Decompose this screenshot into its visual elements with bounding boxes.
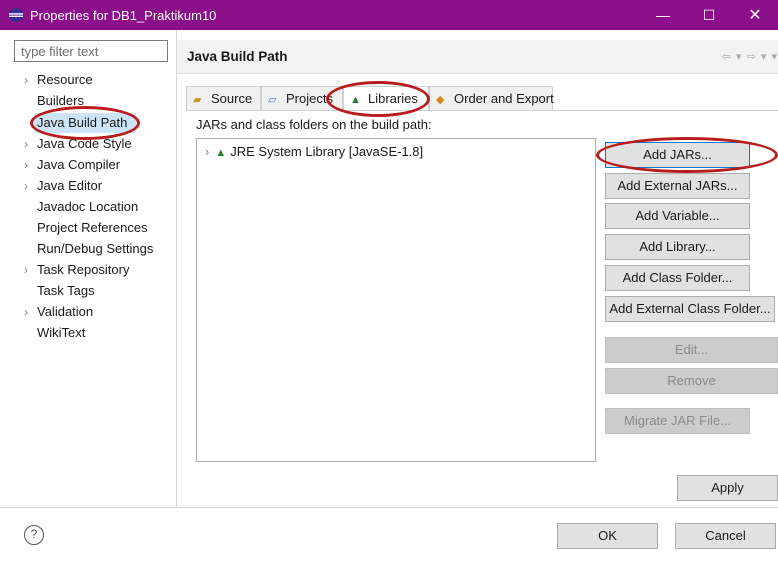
library-icon: ▲ (215, 147, 227, 159)
tree-item-java-compiler[interactable]: › Java Compiler (0, 155, 176, 175)
expand-arrow-icon[interactable]: › (24, 302, 36, 322)
tab-body-border (186, 110, 778, 111)
tree-item-label: Java Compiler (37, 157, 121, 172)
tree-item-label: Task Tags (37, 283, 95, 298)
page-header: Java Build Path ⇦ ▾ ⇨ ▾ ▾ (177, 40, 778, 74)
tree-item-task-repository[interactable]: › Task Repository (0, 260, 176, 280)
tree-item-label: Javadoc Location (37, 199, 139, 214)
add-variable-button[interactable]: Add Variable... (605, 203, 750, 229)
tree-item-label: Run/Debug Settings (37, 241, 154, 256)
expand-arrow-icon[interactable]: › (205, 144, 209, 159)
tab-label: Source (211, 91, 253, 106)
tab-source[interactable]: ▰ Source (186, 86, 261, 110)
footer-divider (0, 507, 778, 508)
ok-button[interactable]: OK (557, 523, 658, 549)
build-path-list[interactable]: › ▲ JRE System Library [JavaSE-1.8] (196, 138, 596, 462)
tree-item-label: Task Repository (37, 262, 130, 277)
page-title: Java Build Path (187, 49, 288, 64)
library-icon: ▲ (350, 94, 361, 106)
tree-item-run-debug-settings[interactable]: Run/Debug Settings (0, 239, 176, 259)
tree-item-label: Java Code Style (37, 136, 132, 151)
add-external-class-folder-button[interactable]: Add External Class Folder... (605, 296, 775, 322)
tree-item-label: Validation (37, 304, 94, 319)
tree-item-java-build-path[interactable]: Java Build Path (34, 113, 136, 133)
expand-arrow-icon[interactable]: › (24, 134, 36, 154)
tab-libraries[interactable]: ▲ Libraries (343, 86, 429, 111)
sidebar-divider (176, 30, 177, 507)
tree-item-java-code-style[interactable]: › Java Code Style (0, 134, 176, 154)
help-icon[interactable]: ? (24, 525, 44, 545)
tree-item-label: Java Build Path (37, 115, 128, 130)
tree-item-label: Resource (37, 72, 93, 87)
edit-button[interactable]: Edit... (605, 337, 778, 363)
tree-item-javadoc-location[interactable]: Javadoc Location (0, 197, 176, 217)
tab-label: Projects (286, 91, 333, 106)
tree-item-validation[interactable]: › Validation (0, 302, 176, 322)
add-class-folder-button[interactable]: Add Class Folder... (605, 265, 750, 291)
migrate-jar-button[interactable]: Migrate JAR File... (605, 408, 750, 434)
close-button[interactable]: ✕ (732, 0, 778, 30)
title-bar: Properties for DB1_Praktikum10 — ☐ ✕ (0, 0, 778, 30)
list-item-jre-system-library[interactable]: › ▲ JRE System Library [JavaSE-1.8] (205, 144, 423, 159)
window-title: Properties for DB1_Praktikum10 (30, 7, 217, 23)
maximize-button[interactable]: ☐ (686, 0, 732, 30)
project-folder-icon: ▱ (268, 94, 277, 106)
tree-item-resource[interactable]: › Resource (0, 70, 176, 90)
expand-arrow-icon[interactable]: › (24, 176, 36, 196)
tree-item-label: Builders (37, 93, 84, 108)
tree-item-java-editor[interactable]: › Java Editor (0, 176, 176, 196)
order-export-icon: ◆ (436, 94, 445, 106)
tree-item-builders[interactable]: Builders (0, 91, 176, 111)
expand-arrow-icon[interactable]: › (24, 155, 36, 175)
history-nav-icon[interactable]: ⇦ ▾ ⇨ ▾ ▾ (722, 50, 778, 63)
tab-order-and-export[interactable]: ◆ Order and Export (429, 86, 554, 110)
filter-input[interactable] (14, 40, 168, 62)
expand-arrow-icon[interactable]: › (24, 70, 36, 90)
add-external-jars-button[interactable]: Add External JARs... (605, 173, 750, 199)
expand-arrow-icon[interactable]: › (24, 260, 36, 280)
list-item-label: JRE System Library [JavaSE-1.8] (230, 144, 424, 159)
cancel-button[interactable]: Cancel (675, 523, 776, 549)
eclipse-icon (9, 8, 23, 22)
tree-item-label: WikiText (37, 325, 86, 340)
tree-item-label: Project References (37, 220, 148, 235)
minimize-button[interactable]: — (640, 0, 686, 30)
tab-projects[interactable]: ▱ Projects (261, 86, 343, 110)
remove-button[interactable]: Remove (605, 368, 778, 394)
tree-item-label: Java Editor (37, 178, 103, 193)
add-jars-button[interactable]: Add JARs... (605, 142, 750, 168)
tab-label: Libraries (368, 91, 418, 106)
tree-item-task-tags[interactable]: Task Tags (0, 281, 176, 301)
apply-button[interactable]: Apply (677, 475, 778, 501)
tree-item-project-references[interactable]: Project References (0, 218, 176, 238)
tab-label: Order and Export (454, 91, 554, 106)
source-folder-icon: ▰ (193, 94, 202, 106)
tree-item-wikitext[interactable]: WikiText (0, 323, 176, 343)
libraries-section-label: JARs and class folders on the build path… (196, 117, 432, 132)
add-library-button[interactable]: Add Library... (605, 234, 750, 260)
